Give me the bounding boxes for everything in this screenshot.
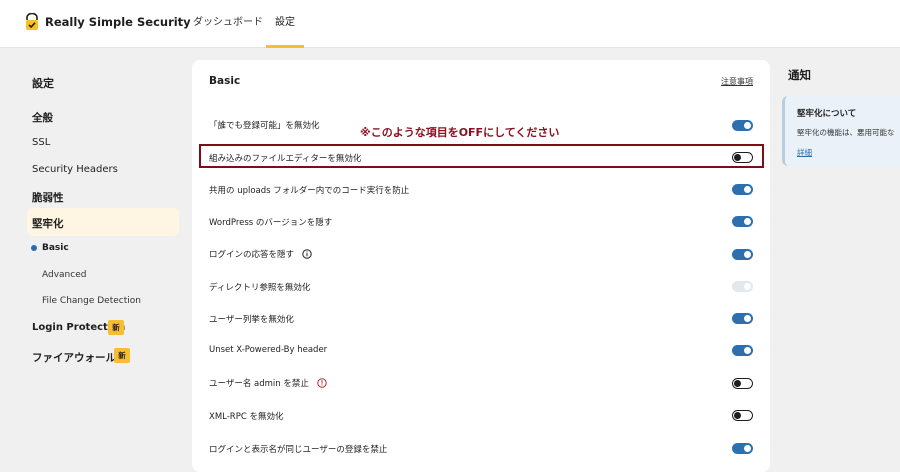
- sidebar-item-firewall[interactable]: ファイアウォール: [32, 350, 116, 365]
- sidebar-subitem-file-change-detection[interactable]: File Change Detection: [42, 296, 141, 306]
- info-icon[interactable]: [302, 248, 312, 259]
- annotation-text: ※このような項目をOFFにしてください: [360, 126, 560, 139]
- toggle-disable-anyone-can-register[interactable]: [732, 120, 753, 131]
- toggle-prevent-same-login-display-name[interactable]: [732, 443, 753, 454]
- notes-link[interactable]: 注意事項: [721, 76, 753, 87]
- settings-card: Basic 注意事項 ※このような項目をOFFにしてください 「誰でも登録可能」…: [192, 60, 770, 472]
- app-name: Really Simple Security: [45, 15, 191, 29]
- setting-label: ディレクトリ参照を無効化: [209, 283, 311, 293]
- notice-details-link[interactable]: 詳細: [797, 147, 812, 158]
- setting-label: 「誰でも登録可能」を無効化: [209, 121, 320, 131]
- sidebar-item-hardening[interactable]: 堅牢化: [32, 216, 64, 231]
- active-dot: [31, 245, 37, 251]
- setting-label: 共用の uploads フォルダー内でのコード実行を防止: [209, 186, 410, 196]
- toggle-hide-login-response[interactable]: [732, 249, 753, 260]
- new-badge: 新: [108, 320, 124, 335]
- sidebar-subitem-basic[interactable]: Basic: [42, 243, 69, 253]
- new-badge: 新: [114, 348, 130, 363]
- toggle-disable-directory-browsing[interactable]: [732, 281, 753, 292]
- notice-card: 堅牢化について 堅牢化の機能は、悪用可能な 詳細: [782, 96, 900, 166]
- setting-label: ログインの応答を隠す: [209, 248, 312, 260]
- card-title: Basic: [209, 75, 241, 87]
- toggle-prevent-code-execution-uploads[interactable]: [732, 184, 753, 195]
- toggle-block-admin-username[interactable]: [732, 378, 753, 389]
- sidebar-item-ssl[interactable]: SSL: [32, 137, 50, 148]
- toggle-disable-user-enumeration[interactable]: [732, 313, 753, 324]
- tab-settings[interactable]: 設定: [266, 0, 304, 48]
- setting-label: XML-RPC を無効化: [209, 412, 284, 422]
- setting-label-text: ユーザー名 admin を禁止: [209, 379, 309, 389]
- app-logo[interactable]: Really Simple Security: [25, 13, 191, 31]
- toggle-unset-x-powered-by[interactable]: [732, 345, 753, 356]
- sidebar-subitem-advanced[interactable]: Advanced: [42, 270, 86, 280]
- setting-label-text: ログインの応答を隠す: [209, 250, 295, 260]
- top-bar: Really Simple Security ダッシュボード 設定: [0, 0, 900, 48]
- sidebar-item-security-headers[interactable]: Security Headers: [32, 164, 118, 175]
- setting-label: ログインと表示名が同じユーザーの登録を禁止: [209, 445, 388, 455]
- sidebar-item-vulnerabilities[interactable]: 脆弱性: [32, 190, 64, 205]
- setting-label: ユーザー列挙を無効化: [209, 315, 294, 325]
- warning-icon[interactable]: [316, 377, 327, 388]
- toggle-disable-file-editor[interactable]: [732, 152, 753, 163]
- toggle-disable-xml-rpc[interactable]: [732, 410, 753, 421]
- setting-label: Unset X-Powered-By header: [209, 345, 328, 355]
- setting-label: 組み込みのファイルエディターを無効化: [209, 154, 362, 164]
- tab-dashboard[interactable]: ダッシュボード: [193, 0, 263, 48]
- shield-check-icon: [26, 13, 38, 30]
- setting-label: ユーザー名 admin を禁止: [209, 377, 327, 389]
- notice-text: 堅牢化の機能は、悪用可能な: [797, 128, 895, 137]
- notice-title: 堅牢化について: [797, 109, 857, 119]
- sidebar-heading: 設定: [32, 77, 54, 90]
- notices-title: 通知: [788, 68, 811, 82]
- toggle-hide-wp-version[interactable]: [732, 216, 753, 227]
- setting-label: WordPress のバージョンを隠す: [209, 218, 333, 228]
- sidebar-item-general[interactable]: 全般: [32, 110, 53, 125]
